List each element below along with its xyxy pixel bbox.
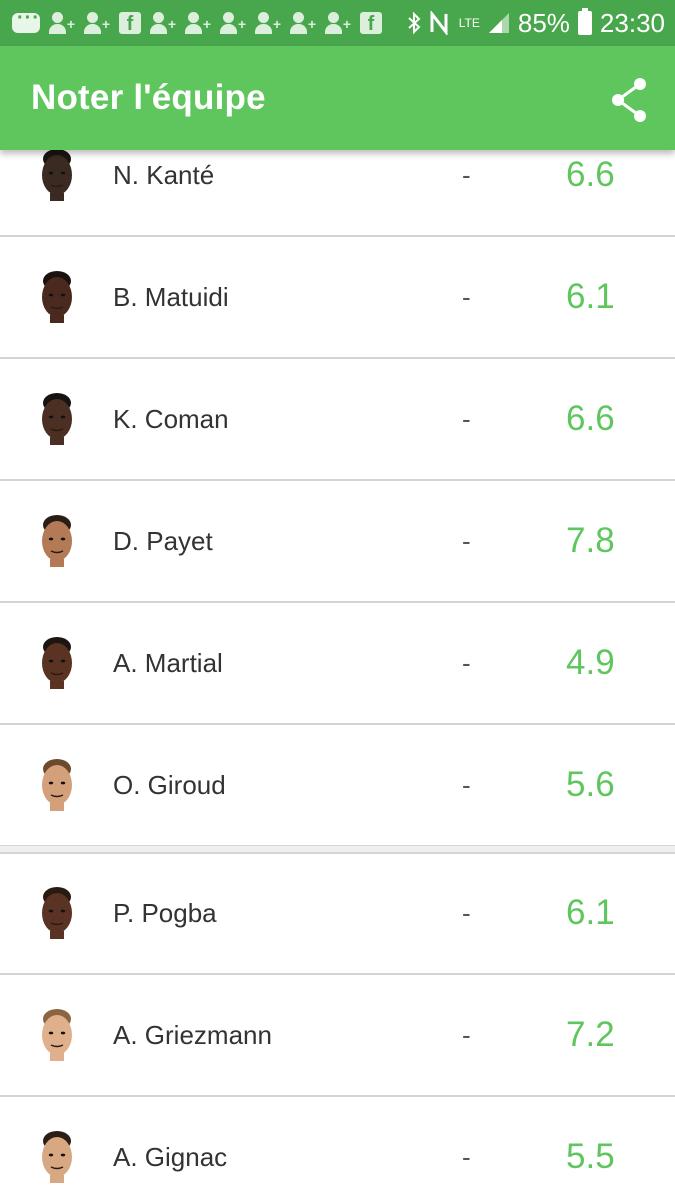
signal-icon <box>488 13 509 33</box>
app-bar: Noter l'équipe <box>0 46 675 150</box>
add-contact-icon: + <box>220 11 246 35</box>
player-rating: 6.6 <box>566 155 615 194</box>
add-contact-icon: + <box>290 11 316 35</box>
player-name: A. Griezmann <box>113 1020 272 1050</box>
facebook-icon: f <box>119 12 141 35</box>
player-rating: 4.9 <box>566 643 615 682</box>
player-note[interactable]: - <box>462 160 471 191</box>
add-contact-icon: + <box>185 11 211 35</box>
player-note[interactable]: - <box>462 1142 471 1173</box>
lte-icon: LTE <box>458 16 480 30</box>
player-row[interactable]: A. Griezmann - 7.2 <box>0 976 675 1097</box>
player-name: A. Gignac <box>113 1142 228 1172</box>
player-row[interactable]: O. Giroud - 5.6 <box>0 726 675 847</box>
player-row[interactable]: A. Gignac - 5.5 <box>0 1098 675 1200</box>
battery-icon <box>577 8 592 35</box>
add-contact-icon: + <box>325 11 351 35</box>
bluetooth-icon <box>408 11 421 35</box>
player-name: B. Matuidi <box>113 282 229 312</box>
player-row[interactable]: K. Coman - 6.6 <box>0 360 675 481</box>
player-rating: 5.6 <box>566 765 615 804</box>
add-contact-icon: + <box>150 11 176 35</box>
nfc-icon <box>430 11 448 35</box>
add-contact-icon: + <box>49 11 75 35</box>
player-row[interactable]: A. Martial - 4.9 <box>0 604 675 725</box>
player-note[interactable]: - <box>462 1020 471 1051</box>
player-name: P. Pogba <box>113 898 217 928</box>
player-note[interactable]: - <box>462 526 471 557</box>
player-rating: 6.1 <box>566 277 615 316</box>
player-note[interactable]: - <box>462 770 471 801</box>
share-button[interactable] <box>608 76 652 124</box>
player-note[interactable]: - <box>462 282 471 313</box>
add-contact-icon: + <box>84 11 110 35</box>
player-name: A. Martial <box>113 648 223 678</box>
player-row[interactable]: B. Matuidi - 6.1 <box>0 238 675 359</box>
status-bar: + + f + + + + + + f LTE 85% 23:30 <box>0 0 675 46</box>
system-status: LTE 85% 23:30 <box>407 8 665 39</box>
substitutes-divider <box>0 846 675 854</box>
player-avatar <box>36 635 78 689</box>
player-name: O. Giroud <box>113 770 226 800</box>
player-note[interactable]: - <box>462 404 471 435</box>
player-name: N. Kanté <box>113 160 215 190</box>
player-avatar <box>36 1129 78 1183</box>
player-avatar <box>36 269 78 323</box>
player-rating: 6.1 <box>566 893 615 932</box>
player-rating: 7.8 <box>566 521 615 560</box>
player-avatar <box>36 513 78 567</box>
share-icon <box>612 78 646 122</box>
player-avatar <box>36 885 78 939</box>
battery-percent: 85% <box>517 7 570 38</box>
player-rating: 6.6 <box>566 399 615 438</box>
player-rating: 5.5 <box>566 1137 615 1176</box>
player-note[interactable]: - <box>462 648 471 679</box>
player-note[interactable]: - <box>462 898 471 929</box>
player-row[interactable]: P. Pogba - 6.1 <box>0 854 675 975</box>
player-avatar <box>36 757 78 811</box>
player-list: N. Kanté - 6.6 B. Matuidi - 6.1 K. Coman - 6.6 D.… <box>0 150 675 1200</box>
notification-icons: + + f + + + + + + f <box>12 7 382 35</box>
page-title: Noter l'équipe <box>31 78 266 117</box>
player-row[interactable]: D. Payet - 7.8 <box>0 482 675 603</box>
player-avatar <box>36 1007 78 1061</box>
clock: 23:30 <box>599 7 665 38</box>
chat-icon <box>12 7 40 33</box>
facebook-icon: f <box>360 12 382 35</box>
add-contact-icon: + <box>255 11 281 35</box>
player-name: D. Payet <box>113 526 213 556</box>
player-avatar <box>36 391 78 445</box>
player-rating: 7.2 <box>566 1015 615 1054</box>
player-avatar <box>36 150 78 201</box>
player-row[interactable]: N. Kanté - 6.6 <box>0 150 675 237</box>
player-name: K. Coman <box>113 404 229 434</box>
